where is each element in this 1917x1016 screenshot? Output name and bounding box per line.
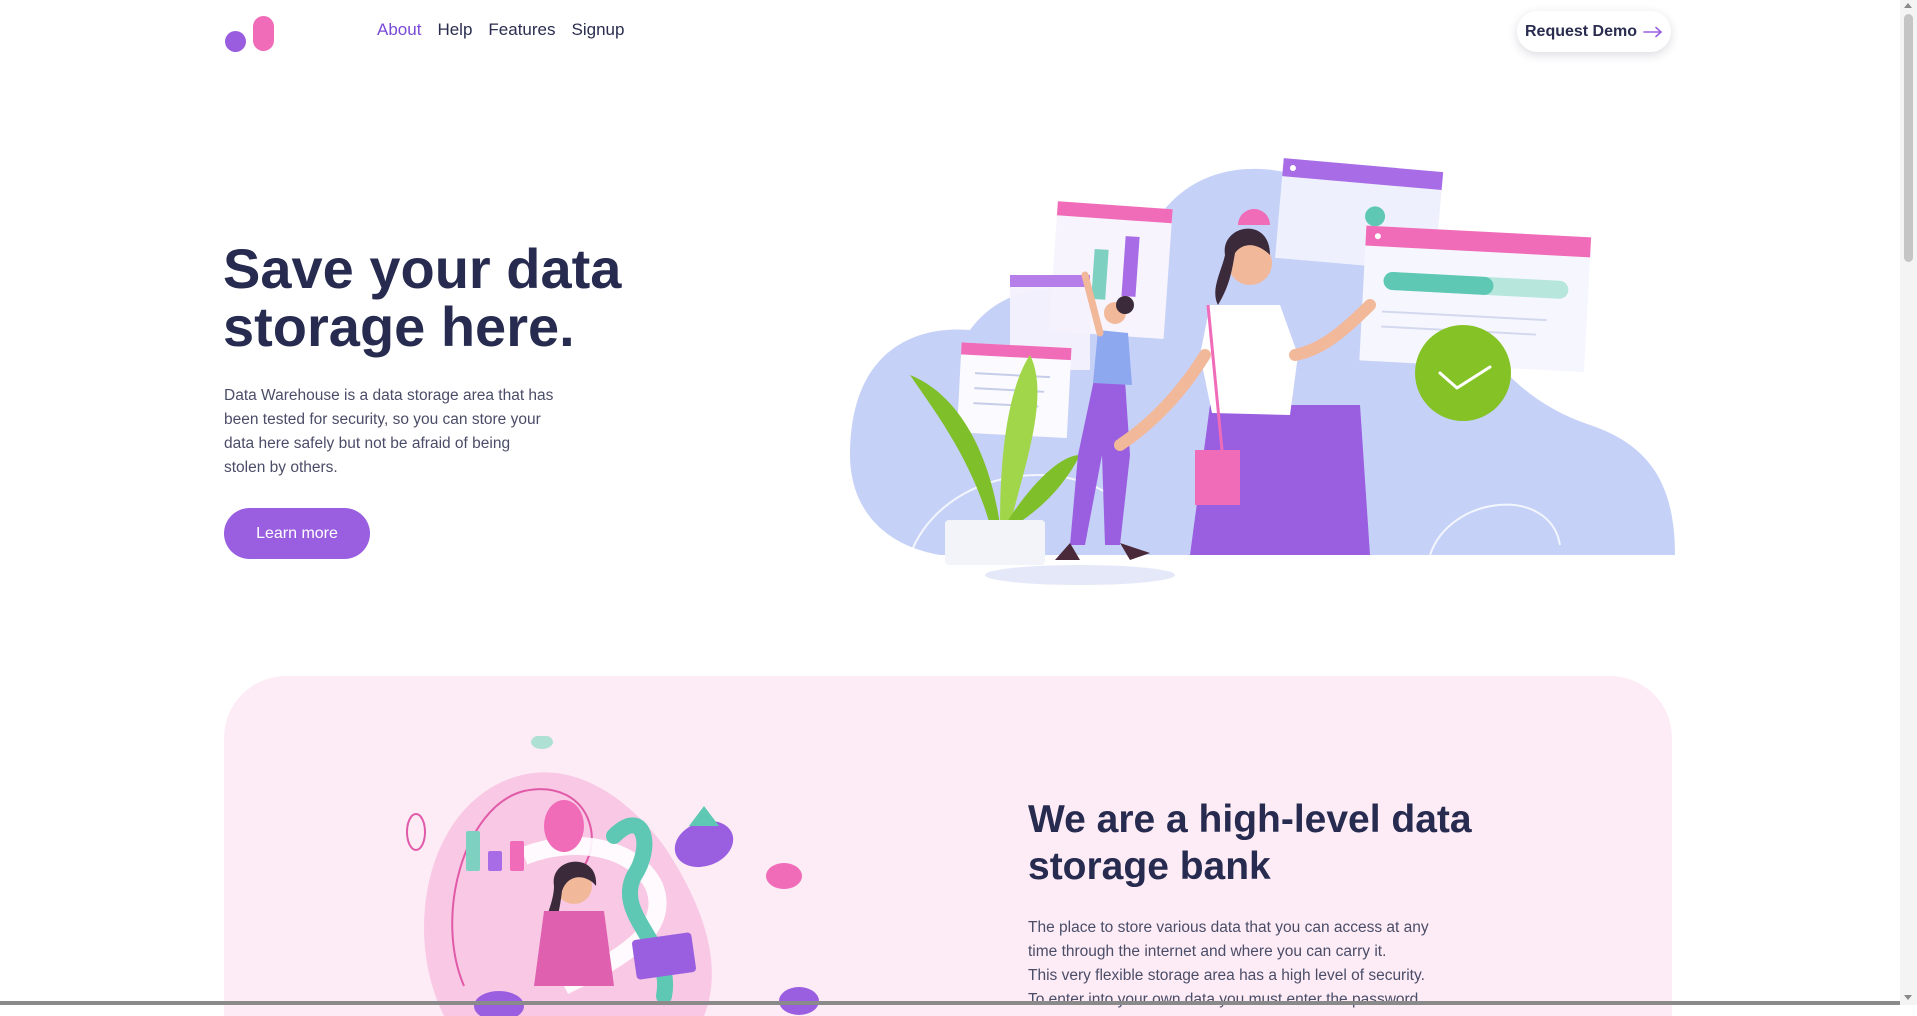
data-storage-illustration: [850, 158, 1675, 585]
scroll-thumb[interactable]: [1904, 14, 1913, 262]
request-demo-button[interactable]: Request Demo: [1517, 11, 1671, 52]
hero-description: Data Warehouse is a data storage area th…: [224, 387, 554, 476]
main-nav: About Help Features Signup: [377, 20, 624, 40]
request-demo-label: Request Demo: [1524, 22, 1638, 40]
nav-signup-link[interactable]: Signup: [572, 20, 625, 40]
brand-logo-icon[interactable]: [224, 14, 276, 54]
scroll-up-icon[interactable]: [1904, 3, 1912, 8]
data-analytics-illustration: [406, 736, 819, 1016]
learn-more-button[interactable]: Learn more: [224, 508, 370, 559]
vertical-scrollbar[interactable]: [1900, 0, 1917, 1005]
horizontal-scrollbar[interactable]: [0, 1001, 1900, 1005]
section2-description: The place to store various data that you…: [1028, 916, 1448, 1012]
hero-title: Save your data storage here.: [223, 237, 622, 358]
section2-description-line: To enter into your own data you must ent…: [1028, 991, 1419, 1008]
section2-description-line: time through the internet and where you …: [1028, 943, 1387, 960]
section2-title: We are a high-level data storage bank: [1028, 798, 1472, 888]
logo-dot: [225, 31, 246, 52]
scroll-down-icon[interactable]: [1904, 995, 1912, 1000]
section2-description-line: This very flexible storage area has a hi…: [1028, 967, 1425, 984]
nav-help-link[interactable]: Help: [437, 20, 472, 40]
logo-bar: [253, 16, 274, 51]
nav-about-link[interactable]: About: [377, 20, 421, 40]
section2-description-line: The place to store various data that you…: [1028, 919, 1429, 936]
feature-section: We are a high-level data storage bank Th…: [224, 676, 1672, 1016]
nav-features-link[interactable]: Features: [488, 20, 555, 40]
arrow-right-icon: [1643, 26, 1662, 37]
